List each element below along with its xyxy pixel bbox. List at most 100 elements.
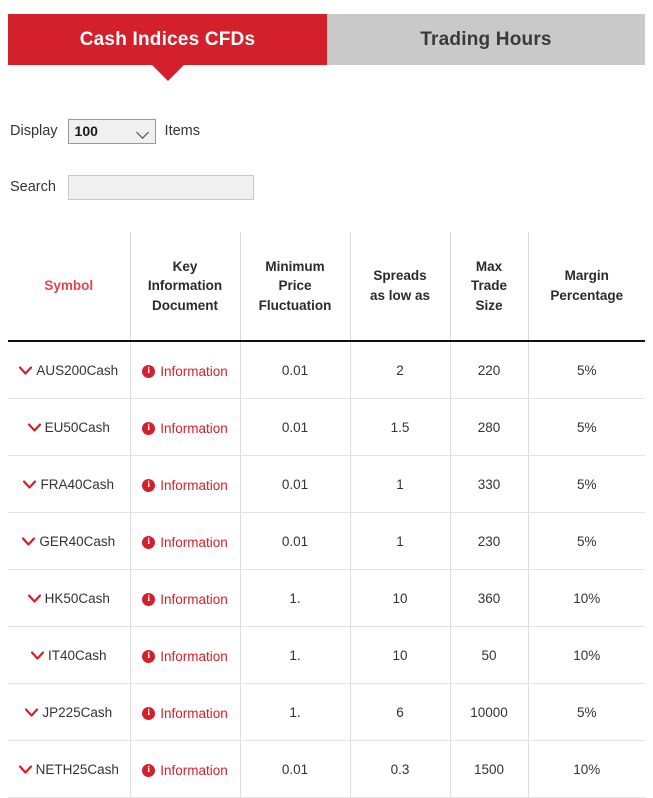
information-link[interactable]: i Information [142, 706, 228, 721]
chevron-down-icon[interactable] [25, 708, 39, 717]
cell-key-information-document[interactable]: i Information [130, 740, 241, 798]
items-label: Items [164, 123, 200, 139]
cell-spread: 10 [350, 626, 451, 684]
chevron-down-icon[interactable] [23, 480, 37, 489]
cell-symbol[interactable]: NETH25Cash [8, 740, 131, 798]
cfd-table-container: Symbol Key Information Document Minimum … [8, 232, 645, 798]
info-circle-icon: i [142, 422, 156, 435]
information-link[interactable]: i Information [142, 421, 228, 436]
table-row[interactable]: NETH25Cash i Information 0.01 0.3 1500 10% [8, 740, 645, 798]
cell-minimum-price-fluctuation: 1. [240, 683, 351, 741]
info-circle-icon: i [142, 479, 156, 492]
column-header-max-trade-size[interactable]: Max Trade Size [450, 232, 529, 342]
cell-key-information-document[interactable]: i Information [130, 683, 241, 741]
table-row[interactable]: FRA40Cash i Information 0.01 1 330 5% [8, 455, 645, 513]
chevron-down-icon[interactable] [18, 765, 32, 774]
symbol-label: GER40Cash [39, 533, 116, 549]
cell-symbol[interactable]: GER40Cash [8, 512, 131, 570]
cell-max-trade-size: 220 [450, 341, 529, 399]
chevron-down-icon[interactable] [30, 651, 45, 660]
table-row[interactable]: AUS200Cash i Information 0.01 2 220 5% [8, 341, 645, 399]
cell-key-information-document[interactable]: i Information [130, 626, 241, 684]
chevron-down-icon[interactable] [27, 594, 41, 603]
cell-spread: 1 [350, 455, 451, 513]
cell-key-information-document[interactable]: i Information [130, 398, 241, 456]
cell-key-information-document[interactable]: i Information [130, 512, 241, 570]
table-body: AUS200Cash i Information 0.01 2 220 5% EU50Cash… [8, 341, 645, 798]
tab-cash-indices-cfds[interactable]: Cash Indices CFDs [8, 14, 327, 65]
symbol-label: EU50Cash [44, 419, 110, 435]
table-row[interactable]: HK50Cash i Information 1. 10 360 10% [8, 569, 645, 627]
header-line: Size [475, 297, 503, 313]
column-header-minimum-price-fluctuation[interactable]: Minimum Price Fluctuation [240, 232, 351, 342]
info-circle-icon: i [142, 707, 156, 720]
information-label: Information [160, 592, 228, 607]
cell-margin-percentage: 5% [528, 341, 645, 399]
cell-key-information-document[interactable]: i Information [130, 569, 241, 627]
search-input[interactable] [67, 174, 254, 200]
header-line: Max [475, 258, 503, 274]
cell-minimum-price-fluctuation: 1. [240, 569, 351, 627]
chevron-down-icon[interactable] [22, 537, 36, 546]
display-label: Display [10, 123, 58, 139]
cell-symbol[interactable]: JP225Cash [8, 683, 131, 741]
cell-spread: 0.3 [350, 740, 451, 798]
cell-margin-percentage: 5% [528, 683, 645, 741]
information-label: Information [160, 763, 228, 778]
information-label: Information [160, 706, 228, 721]
header-line: Key [172, 258, 198, 274]
column-header-key-information-document[interactable]: Key Information Document [130, 232, 241, 342]
information-link[interactable]: i Information [142, 649, 228, 664]
cell-spread: 10 [350, 569, 451, 627]
information-link[interactable]: i Information [142, 592, 228, 607]
cell-symbol[interactable]: AUS200Cash [8, 341, 131, 399]
chevron-down-icon[interactable] [19, 366, 33, 375]
cell-symbol[interactable]: FRA40Cash [8, 455, 131, 513]
table-header-row: Symbol Key Information Document Minimum … [8, 232, 645, 342]
display-length-select[interactable]: 100 [67, 118, 156, 144]
search-row: Search [10, 174, 630, 200]
cell-symbol[interactable]: EU50Cash [8, 398, 131, 456]
cell-max-trade-size: 50 [450, 626, 529, 684]
information-label: Information [160, 421, 228, 436]
header-line: Symbol [44, 278, 94, 294]
cell-max-trade-size: 330 [450, 455, 529, 513]
information-label: Information [160, 649, 228, 664]
information-link[interactable]: i Information [142, 364, 228, 379]
column-header-symbol[interactable]: Symbol [8, 232, 131, 342]
information-link[interactable]: i Information [142, 535, 228, 550]
header-line: Margin [564, 268, 609, 284]
symbol-label: HK50Cash [44, 590, 110, 606]
info-circle-icon: i [142, 536, 156, 549]
table-row[interactable]: EU50Cash i Information 0.01 1.5 280 5% [8, 398, 645, 456]
table-row[interactable]: JP225Cash i Information 1. 6 10000 5% [8, 683, 645, 741]
cell-symbol[interactable]: IT40Cash [8, 626, 131, 684]
info-circle-icon: i [142, 365, 156, 378]
symbol-label: AUS200Cash [36, 362, 119, 378]
cell-key-information-document[interactable]: i Information [130, 455, 241, 513]
info-circle-icon: i [142, 764, 156, 777]
information-link[interactable]: i Information [142, 763, 228, 778]
cell-max-trade-size: 280 [450, 398, 529, 456]
cell-symbol[interactable]: HK50Cash [8, 569, 131, 627]
table-row[interactable]: GER40Cash i Information 0.01 1 230 5% [8, 512, 645, 570]
column-header-spreads-as-low-as[interactable]: Spreads as low as [350, 232, 451, 342]
cell-margin-percentage: 5% [528, 512, 645, 570]
tab-trading-hours[interactable]: Trading Hours [327, 14, 645, 65]
cell-max-trade-size: 1500 [450, 740, 529, 798]
info-circle-icon: i [142, 593, 156, 606]
active-tab-pointer-triangle [152, 65, 184, 81]
cell-key-information-document[interactable]: i Information [130, 341, 241, 399]
cell-minimum-price-fluctuation: 0.01 [240, 398, 351, 456]
chevron-down-icon[interactable] [27, 423, 41, 432]
column-header-margin-percentage[interactable]: Margin Percentage [528, 232, 645, 342]
information-label: Information [160, 364, 228, 379]
header-line: Minimum [265, 258, 325, 274]
cell-margin-percentage: 10% [528, 626, 645, 684]
cell-minimum-price-fluctuation: 0.01 [240, 341, 351, 399]
header-line: as low as [369, 288, 431, 303]
information-link[interactable]: i Information [142, 478, 228, 493]
symbol-label: NETH25Cash [35, 761, 119, 777]
table-row[interactable]: IT40Cash i Information 1. 10 50 10% [8, 626, 645, 684]
tab-label: Cash Indices CFDs [79, 28, 256, 50]
